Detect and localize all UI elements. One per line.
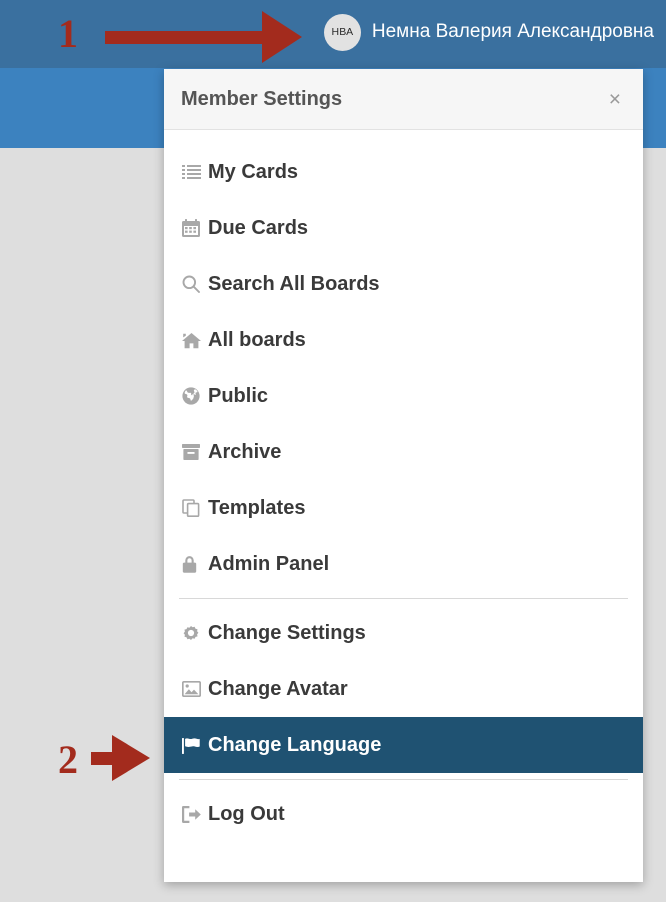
menu-item-change-settings[interactable]: Change Settings	[164, 605, 643, 661]
menu-divider-2	[179, 779, 628, 780]
search-icon	[182, 275, 208, 293]
menu-item-change-avatar[interactable]: Change Avatar	[164, 661, 643, 717]
menu-item-label: Admin Panel	[208, 552, 330, 575]
menu-item-label: Due Cards	[208, 216, 309, 239]
image-icon	[182, 681, 208, 697]
close-icon[interactable]: ×	[603, 85, 627, 114]
member-settings-popup: Member Settings × My Cards Due Cards Sea…	[164, 69, 643, 882]
popup-header: Member Settings ×	[164, 69, 643, 130]
gear-icon	[182, 624, 208, 642]
menu-item-templates[interactable]: Templates	[164, 480, 643, 536]
menu-item-admin-panel[interactable]: Admin Panel	[164, 536, 643, 592]
menu-item-label: Search All Boards	[208, 272, 380, 295]
menu-item-public[interactable]: Public	[164, 368, 643, 424]
list-icon	[182, 164, 208, 180]
menu-item-label: Change Language	[208, 733, 382, 756]
globe-icon	[182, 387, 208, 405]
menu-item-label: All boards	[208, 328, 306, 351]
menu-item-label: Public	[208, 384, 269, 407]
page-title: Member Settings	[181, 87, 343, 110]
copy-icon	[182, 499, 208, 517]
popup-menu-list: My Cards Due Cards Search All Boards All…	[164, 130, 643, 882]
annotation-step-2-number: 2	[58, 737, 78, 782]
menu-item-label: Change Settings	[208, 621, 366, 644]
annotation-step-1-number: 1	[58, 11, 78, 56]
menu-item-change-language[interactable]: Change Language	[164, 717, 643, 773]
archive-icon	[182, 444, 208, 460]
menu-item-log-out[interactable]: Log Out	[164, 786, 643, 842]
flag-icon	[182, 737, 208, 754]
menu-divider-1	[179, 598, 628, 599]
member-menu-trigger[interactable]: НВА Немна Валерия Александровна	[323, 13, 654, 51]
calendar-icon	[182, 219, 208, 237]
lock-icon	[182, 555, 208, 573]
menu-item-label: Change Avatar	[208, 677, 348, 700]
menu-item-my-cards[interactable]: My Cards	[164, 144, 643, 200]
menu-item-label: Archive	[208, 440, 282, 463]
menu-item-all-boards[interactable]: All boards	[164, 312, 643, 368]
avatar[interactable]: НВА	[323, 13, 361, 51]
menu-item-label: My Cards	[208, 160, 299, 183]
annotation-step-2-arrow	[91, 735, 150, 781]
menu-item-search-all-boards[interactable]: Search All Boards	[164, 256, 643, 312]
menu-item-label: Log Out	[208, 802, 285, 825]
home-icon	[182, 332, 208, 349]
menu-item-label: Templates	[208, 496, 306, 519]
annotation-step-1-arrow	[105, 11, 302, 63]
menu-item-due-cards[interactable]: Due Cards	[164, 200, 643, 256]
menu-item-archive[interactable]: Archive	[164, 424, 643, 480]
sign-out-icon	[182, 805, 208, 823]
user-name-label: Немна Валерия Александровна	[371, 21, 654, 42]
